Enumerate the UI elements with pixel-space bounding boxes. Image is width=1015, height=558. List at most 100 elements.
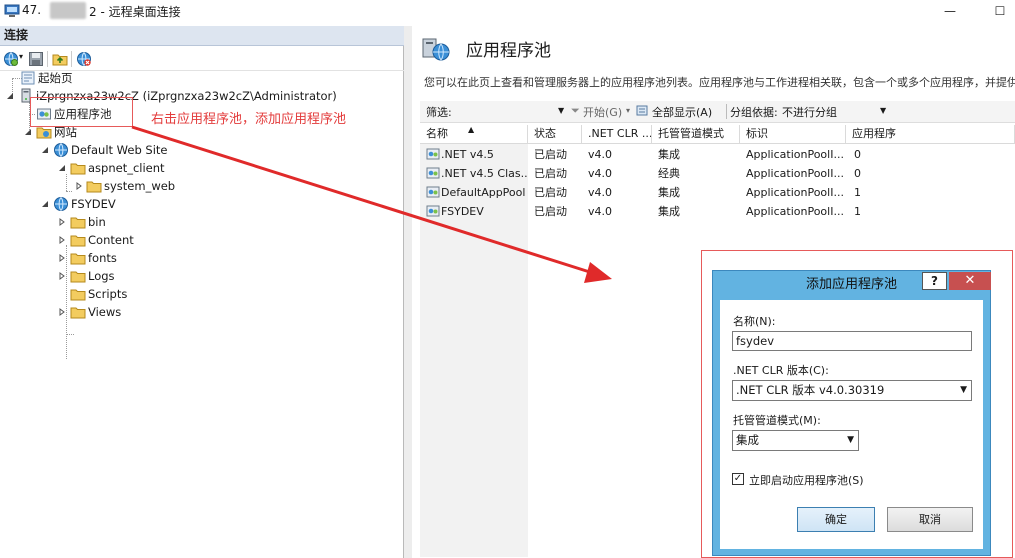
column-header-name[interactable]: 名称 ▲ [420,125,528,144]
column-header-applications[interactable]: 应用程序 [846,125,1015,144]
tree-label: aspnet_client [88,161,165,175]
tree-item-folder[interactable]: Logs [0,268,400,285]
chevron-down-icon[interactable]: ▾ [19,52,23,61]
expand-triangle-icon[interactable] [58,218,66,226]
expand-triangle-icon[interactable] [58,272,66,280]
expand-triangle-icon[interactable] [58,308,66,316]
save-icon[interactable] [28,51,44,67]
app-pools-header-icon [422,38,450,61]
expand-triangle-icon[interactable] [75,182,83,190]
show-all-icon[interactable] [636,104,650,118]
folder-icon [70,217,86,229]
connections-toolbar: ▾ [0,47,404,71]
cancel-button[interactable]: 取消 [887,507,973,532]
cell-name: .NET v4.5 Clas... [441,167,527,180]
app-pool-icon [426,148,440,160]
toolbar-divider [726,104,727,119]
cell-clr: v4.0 [588,205,613,218]
collapse-triangle-icon[interactable] [41,146,49,154]
cell-status: 已启动 [534,205,567,218]
cell-identity: ApplicationPoolI... [746,186,844,199]
pipeline-mode-select[interactable]: 集成 ▼ [732,430,859,451]
pipeline-mode-value: 集成 [736,433,759,447]
restore-button[interactable]: ☐ [985,1,1015,21]
clr-version-select[interactable]: .NET CLR 版本 v4.0.30319 ▼ [732,380,972,401]
cell-apps: 0 [854,148,861,161]
chevron-down-icon[interactable]: ▾ [626,106,630,115]
folder-icon [70,235,86,247]
cell-identity: ApplicationPoolI... [746,148,844,161]
column-header-status[interactable]: 状态 [528,125,582,144]
start-page-icon [21,71,35,85]
start-filter-button[interactable]: 开始(G) [583,104,622,120]
up-folder-icon[interactable] [52,51,68,67]
app-pool-icon [426,205,440,217]
tree-item-start-page[interactable]: 起始页 [0,70,400,87]
chevron-down-icon[interactable]: ▼ [880,106,886,115]
clr-version-label: .NET CLR 版本(C): [733,364,829,377]
column-header-pipeline[interactable]: 托管管道模式 [652,125,740,144]
disconnect-icon[interactable] [76,51,92,67]
cell-clr: v4.0 [588,186,613,199]
minimize-button[interactable]: — [935,1,965,21]
show-all-button[interactable]: 全部显示(A) [652,104,712,120]
close-button[interactable]: ✕ [949,272,991,290]
column-header-identity[interactable]: 标识 [740,125,846,144]
tree-item-default-web-site[interactable]: Default Web Site [0,142,400,159]
cell-identity: ApplicationPoolI... [746,205,844,218]
table-row[interactable]: FSYDEV 已启动 v4.0 集成 ApplicationPoolI... 1 [420,202,1015,221]
table-row[interactable]: .NET v4.5 已启动 v4.0 集成 ApplicationPoolI..… [420,145,1015,164]
tree-label: Views [88,305,122,319]
tree-item-fsydev[interactable]: FSYDEV [0,196,400,213]
app-pool-icon [426,167,440,179]
column-header-clr[interactable]: .NET CLR ... [582,125,652,144]
collapse-triangle-icon[interactable] [41,200,49,208]
name-label: 名称(N): [733,315,776,328]
cell-pipeline: 集成 [658,186,680,199]
funnel-icon[interactable]: ⏷ [571,104,580,118]
name-field[interactable]: fsydev [732,331,972,351]
cell-name: DefaultAppPool [441,186,526,199]
table-row[interactable]: DefaultAppPool 已启动 v4.0 集成 ApplicationPo… [420,183,1015,202]
tree-item-folder[interactable]: Content [0,232,400,249]
checkmark-icon: ✓ [733,473,743,484]
group-by-label: 分组依据: [730,106,778,119]
website-globe-icon [54,197,68,211]
window-title-suffix: 2 - 远程桌面连接 [89,5,181,19]
connect-globe-icon[interactable] [3,51,19,67]
table-row[interactable]: .NET v4.5 Clas... 已启动 v4.0 经典 Applicatio… [420,164,1015,183]
filter-input[interactable] [458,103,566,120]
connections-header: 连接 [0,26,404,46]
page-description: 您可以在此页上查看和管理服务器上的应用程序池列表。应用程序池与工作进程相关联，包… [424,76,1015,89]
tree-item-folder[interactable]: Views [0,304,400,321]
collapse-triangle-icon[interactable] [6,92,14,100]
expand-triangle-icon[interactable] [58,254,66,262]
start-immediately-checkbox[interactable]: ✓ [732,473,744,485]
folder-icon [86,181,102,193]
collapse-triangle-icon[interactable] [58,164,66,172]
chevron-down-icon: ▼ [960,385,967,395]
page-title: 应用程序池 [466,41,551,61]
chevron-down-icon[interactable]: ▼ [558,106,564,115]
filter-label: 筛选: [426,106,452,119]
pane-splitter[interactable] [404,26,412,558]
tree-item-aspnet-client[interactable]: aspnet_client [0,160,400,177]
ok-button[interactable]: 确定 [797,507,875,532]
folder-icon [70,253,86,265]
tree-label: Default Web Site [71,143,168,157]
group-by-select[interactable]: 不进行分组 [782,104,837,120]
collapse-triangle-icon[interactable] [24,128,32,136]
tree-item-folder[interactable]: fonts [0,250,400,267]
window-titlebar: 47. 2 - 远程桌面连接 — ☐ [0,0,1015,22]
folder-icon [70,271,86,283]
expand-triangle-icon[interactable] [58,236,66,244]
cell-status: 已启动 [534,186,567,199]
tree-item-folder[interactable]: bin [0,214,400,231]
window-title-prefix: 47. [22,3,42,17]
annotation-text: 右击应用程序池，添加应用程序池 [151,112,347,127]
help-button[interactable]: ? [922,272,947,290]
cell-apps: 1 [854,205,861,218]
tree-item-folder[interactable]: Scripts [0,286,400,303]
cell-identity: ApplicationPoolI... [746,167,844,180]
tree-item-system-web[interactable]: system_web [0,178,400,195]
